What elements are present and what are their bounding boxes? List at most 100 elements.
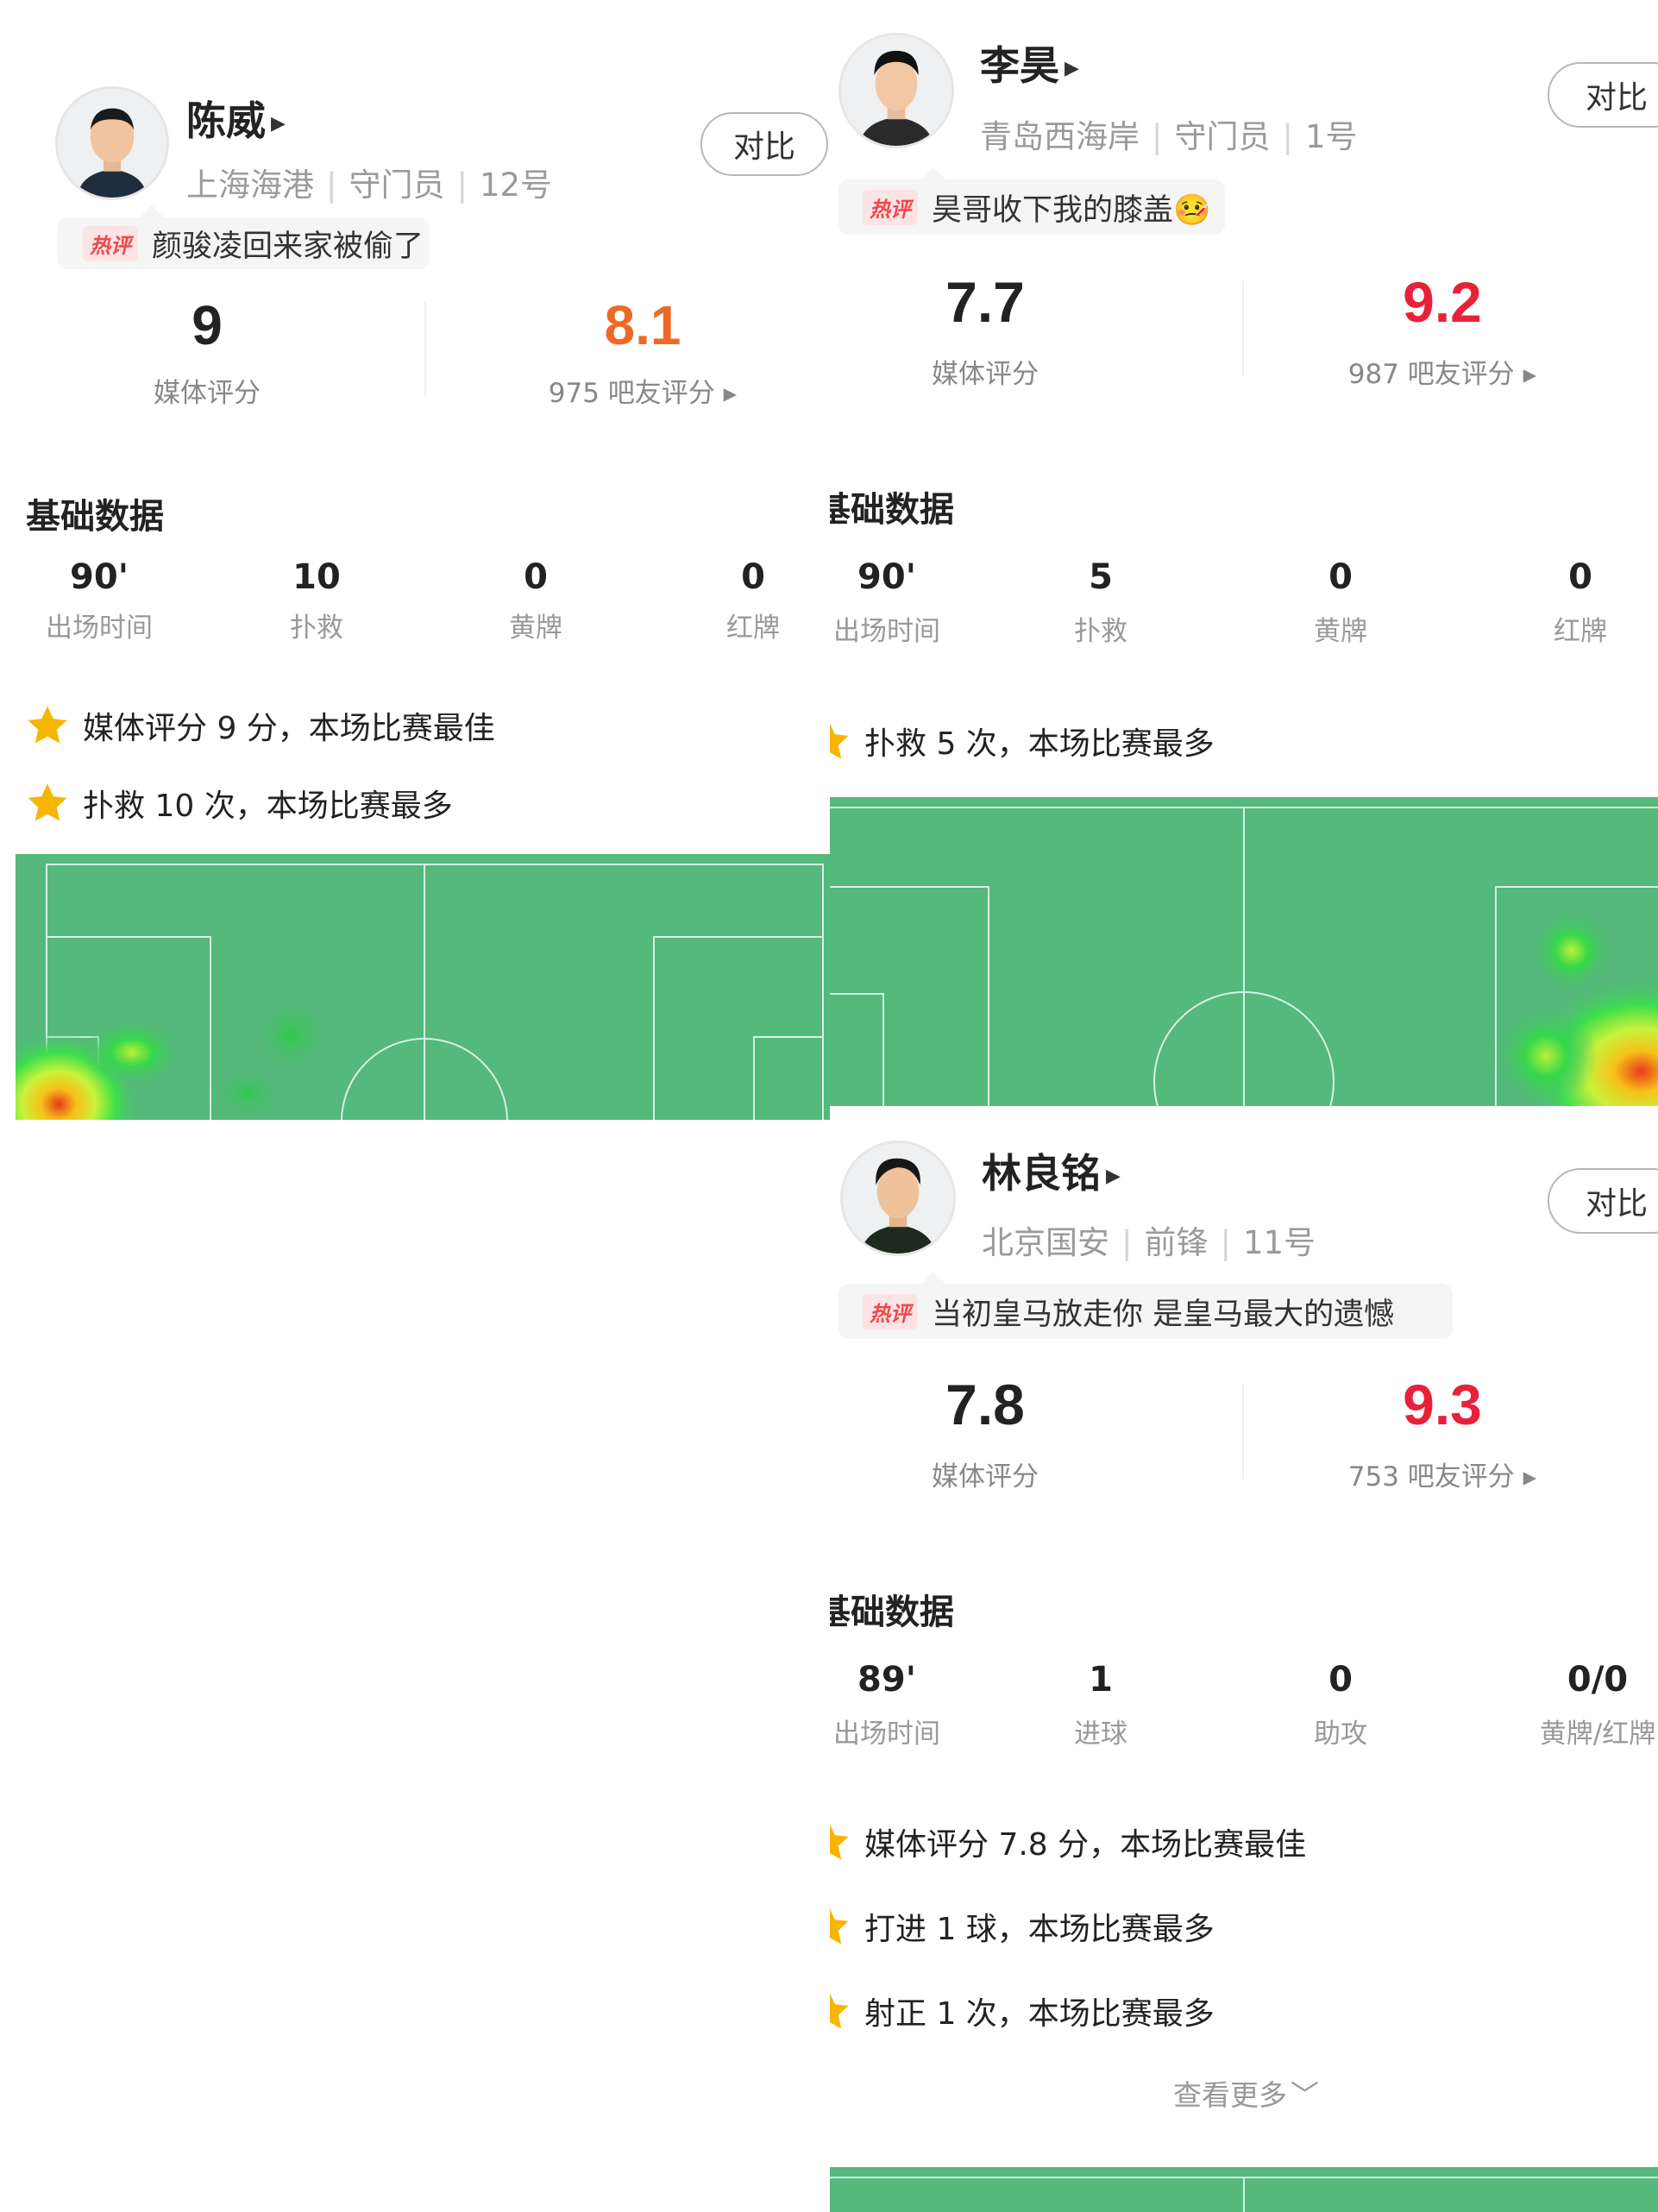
meta-divider: | — [1121, 1224, 1133, 1261]
section-title-basic-stats: 基础数据 — [830, 490, 954, 530]
highlight-text: 媒体评分 7.8 分，本场比赛最佳 — [864, 1827, 1307, 1863]
player-name: 林良铭 — [982, 1150, 1101, 1197]
highlight-text: 扑救 5 次，本场比赛最多 — [864, 726, 1215, 762]
hot-comment-badge: 热评 — [83, 225, 138, 261]
highlight-row: 打进 1 球，本场比赛最多 — [830, 1903, 1215, 1950]
chevron-down-icon: ﹀ — [1291, 2078, 1319, 2112]
stat-value: 89' — [857, 1660, 916, 1700]
star-icon — [830, 1993, 849, 2029]
player-meta: 青岛西海岸 | 守门员 | 1号 — [980, 110, 1357, 157]
hot-comment-text: 当初皇马放走你 是皇马最大的遗憾 — [932, 1297, 1395, 1332]
player-name-row[interactable]: 林良铭 ▶ — [982, 1142, 1121, 1199]
player-card-chen-wei: 陈威 ▶ 上海海港 | 守门员 | 12号 对比 热评 颜骏凌回来家被偷了 9 媒体评分 … — [0, 0, 830, 1122]
compare-button[interactable]: 对比 — [1548, 62, 1658, 128]
stat-value: 90' — [70, 557, 129, 597]
stat-value: 10 — [292, 557, 341, 597]
highlight-row: 扑救 5 次，本场比赛最多 — [830, 718, 1215, 764]
meta-divider: | — [1282, 118, 1293, 155]
star-icon — [830, 1908, 849, 1945]
stat-value: 0 — [524, 557, 548, 597]
stat-value: 0/0 — [1567, 1660, 1629, 1700]
player-avatar[interactable] — [55, 86, 169, 200]
heatmap-overlay — [1494, 909, 1658, 1106]
meta-divider: | — [1220, 1224, 1231, 1261]
player-name-row[interactable]: 李昊 ▶ — [980, 35, 1079, 91]
stat-value: 0 — [1328, 557, 1353, 597]
highlight-row: 扑救 10 次，本场比赛最多 — [24, 780, 453, 826]
player-position: 前锋 — [1144, 1224, 1209, 1261]
highlight-row: 射正 1 次，本场比赛最多 — [830, 1988, 1215, 2034]
highlight-text: 射正 1 次，本场比赛最多 — [864, 1996, 1215, 2032]
player-avatar[interactable] — [838, 33, 954, 148]
stat-label: 助攻 — [1314, 1719, 1367, 1750]
fan-score-link[interactable]: 987 吧友评分 ▸ — [1322, 352, 1563, 391]
score-divider — [1242, 281, 1244, 376]
player-card-lin-liangming: 林良铭 ▶ 北京国安 | 前锋 | 11号 对比 热评 当初皇马放走你 是皇马最大的遗憾 … — [830, 1106, 1658, 2212]
hot-comment-badge: 热评 — [863, 1293, 918, 1329]
star-icon — [830, 1824, 849, 1860]
meta-divider: | — [326, 167, 337, 204]
highlight-text: 扑救 10 次，本场比赛最多 — [83, 789, 453, 824]
highlight-text: 媒体评分 9 分，本场比赛最佳 — [83, 711, 495, 746]
stat-value: 1 — [1089, 1660, 1113, 1700]
heatmap-pitch — [830, 797, 1658, 1106]
view-more-link[interactable]: 查看更多 ﹀ — [1173, 2072, 1319, 2114]
media-score-label: 媒体评分 — [154, 378, 261, 409]
fan-score-link[interactable]: 753 吧友评分 ▸ — [1322, 1455, 1563, 1493]
stat-label: 扑救 — [290, 613, 343, 644]
play-triangle-icon: ▶ — [1065, 58, 1079, 79]
hot-comment-text: 昊哥收下我的膝盖🤒 — [932, 192, 1211, 228]
play-triangle-icon: ▶ — [1106, 1166, 1121, 1187]
score-divider — [1242, 1384, 1244, 1479]
heatmap-pitch — [830, 2167, 1658, 2212]
player-team: 上海海港 — [186, 167, 314, 204]
star-icon — [830, 723, 849, 759]
player-position: 守门员 — [1174, 118, 1271, 155]
player-number: 1号 — [1304, 118, 1358, 155]
stat-value: 0 — [1328, 1660, 1353, 1700]
play-triangle-icon: ▶ — [271, 113, 286, 135]
stat-label: 红牌 — [1554, 616, 1607, 647]
player-team: 北京国安 — [982, 1224, 1109, 1261]
hot-comment-badge: 热评 — [863, 189, 918, 225]
player-name-row[interactable]: 陈威 ▶ — [186, 90, 286, 147]
fan-score-link[interactable]: 975 吧友评分 ▸ — [535, 371, 750, 410]
compare-button[interactable]: 对比 — [700, 112, 828, 176]
player-avatar[interactable] — [840, 1141, 956, 1256]
hot-comment-text: 颜骏凌回来家被偷了 — [152, 229, 424, 264]
star-icon — [28, 706, 67, 744]
stat-label: 出场时间 — [46, 613, 153, 644]
media-score-value: 9 — [192, 294, 223, 356]
section-title-basic-stats: 基础数据 — [26, 497, 164, 537]
player-number: 11号 — [1242, 1224, 1316, 1261]
player-team: 青岛西海岸 — [980, 118, 1140, 155]
player-position: 守门员 — [349, 167, 445, 204]
stat-label: 黄牌 — [1314, 616, 1367, 647]
highlight-row: 媒体评分 9 分，本场比赛最佳 — [24, 702, 495, 749]
player-photo — [841, 35, 951, 146]
hot-comment-bubble[interactable]: 热评 当初皇马放走你 是皇马最大的遗憾 — [838, 1272, 1453, 1339]
view-more-label: 查看更多 — [1173, 2078, 1287, 2112]
stat-label: 红牌 — [726, 613, 780, 644]
player-photo — [58, 89, 166, 198]
meta-divider: | — [456, 167, 468, 204]
stat-label: 黄牌/红牌 — [1539, 1719, 1656, 1750]
player-photo — [843, 1143, 953, 1254]
hot-comment-bubble[interactable]: 热评 昊哥收下我的膝盖🤒 — [838, 167, 1225, 235]
player-meta: 北京国安 | 前锋 | 11号 — [982, 1216, 1316, 1263]
media-score-value: 7.8 — [945, 1373, 1025, 1436]
stat-value: 0 — [741, 557, 765, 597]
hot-comment-bubble[interactable]: 热评 颜骏凌回来家被偷了 — [57, 205, 430, 269]
fan-score-value: 9.2 — [1403, 270, 1482, 334]
stat-label: 扑救 — [1074, 616, 1127, 647]
stat-label: 黄牌 — [509, 613, 562, 644]
stat-label: 进球 — [1074, 1719, 1127, 1750]
score-divider — [424, 302, 426, 397]
player-name: 陈威 — [186, 97, 266, 144]
heatmap-pitch — [16, 854, 830, 1120]
compare-button[interactable]: 对比 — [1548, 1168, 1658, 1234]
player-card-li-hao: 李昊 ▶ 青岛西海岸 | 守门员 | 1号 对比 热评 昊哥收下我的膝盖🤒 7.7 媒体评… — [830, 0, 1658, 1106]
media-score-label: 媒体评分 — [932, 1461, 1039, 1492]
section-title-basic-stats: 基础数据 — [830, 1593, 954, 1632]
highlight-text: 打进 1 球，本场比赛最多 — [864, 1912, 1215, 1947]
